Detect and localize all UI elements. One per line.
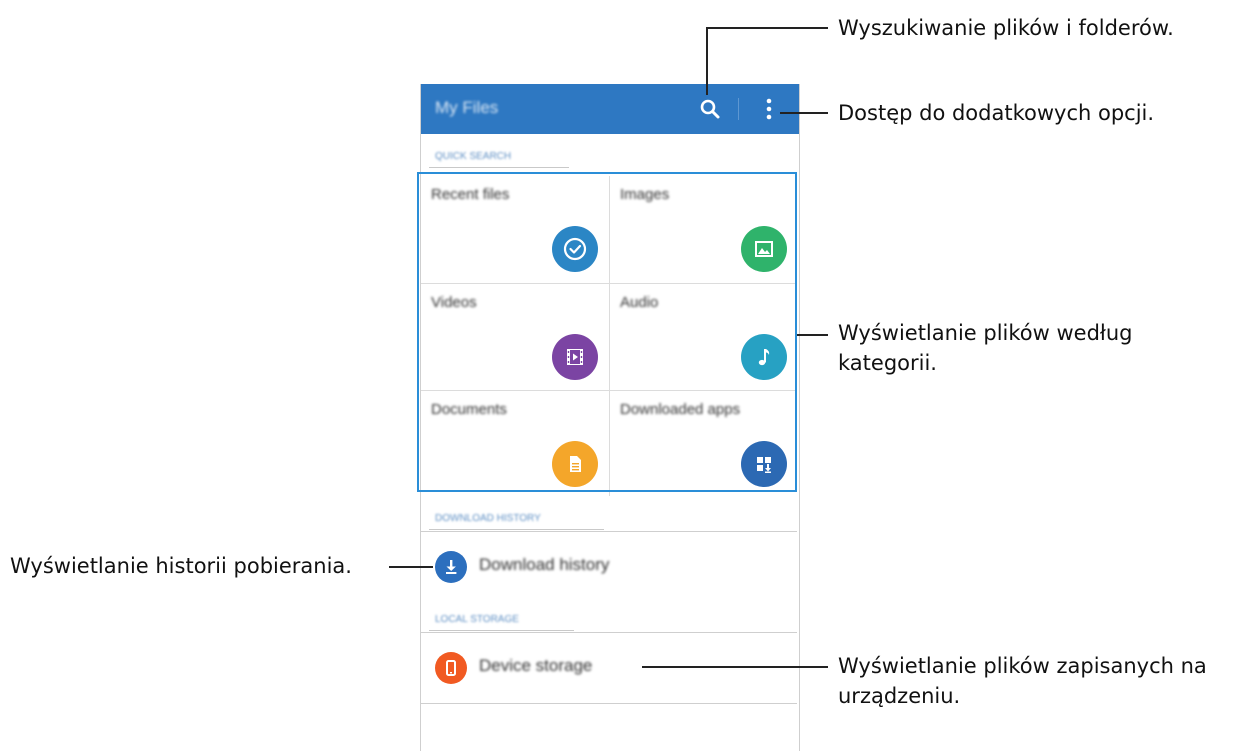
annotation-search: Wyszukiwanie plików i folderów. xyxy=(838,16,1174,40)
app-title: My Files xyxy=(435,98,499,117)
row-divider xyxy=(421,703,797,704)
categories-highlight xyxy=(417,172,797,492)
section-underline xyxy=(429,167,569,168)
leader-line xyxy=(706,27,828,29)
section-download-history: DOWNLOAD HISTORY xyxy=(435,513,541,524)
annotation-categories-line: kategorii. xyxy=(838,351,937,375)
more-vertical-icon xyxy=(766,98,772,120)
phone-icon xyxy=(435,652,467,684)
leader-line xyxy=(389,566,433,568)
annotation-download-history: Wyświetlanie historii pobierania. xyxy=(10,554,352,578)
section-divider xyxy=(421,531,797,532)
leader-line xyxy=(642,666,828,668)
section-underline xyxy=(429,529,604,530)
leader-line xyxy=(706,27,708,95)
download-history-row[interactable]: Download history xyxy=(421,534,797,600)
app-bar-divider xyxy=(738,98,739,120)
annotation-categories-line: Wyświetlanie plików według xyxy=(838,321,1133,345)
annotation-device-storage: Wyświetlanie plików zapisanych na urządz… xyxy=(838,651,1207,711)
annotation-storage-line: Wyświetlanie plików zapisanych na xyxy=(838,654,1207,678)
row-label: Download history xyxy=(479,555,610,574)
section-underline xyxy=(429,630,574,631)
annotation-storage-line: urządzeniu. xyxy=(838,684,961,708)
more-options-button[interactable] xyxy=(759,94,779,124)
leader-line xyxy=(780,112,828,114)
app-bar: My Files xyxy=(421,84,799,134)
leader-line xyxy=(797,334,828,336)
search-button[interactable] xyxy=(695,94,725,124)
row-label: Device storage xyxy=(479,656,593,675)
download-icon xyxy=(435,551,467,583)
section-divider xyxy=(421,632,797,633)
device-storage-row[interactable]: Device storage xyxy=(421,635,797,701)
annotation-more-options: Dostęp do dodatkowych opcji. xyxy=(838,101,1155,125)
section-quick-search: QUICK SEARCH xyxy=(435,151,512,162)
annotation-categories: Wyświetlanie plików według kategorii. xyxy=(838,318,1133,378)
search-icon xyxy=(700,99,720,119)
section-local-storage: LOCAL STORAGE xyxy=(435,614,519,625)
